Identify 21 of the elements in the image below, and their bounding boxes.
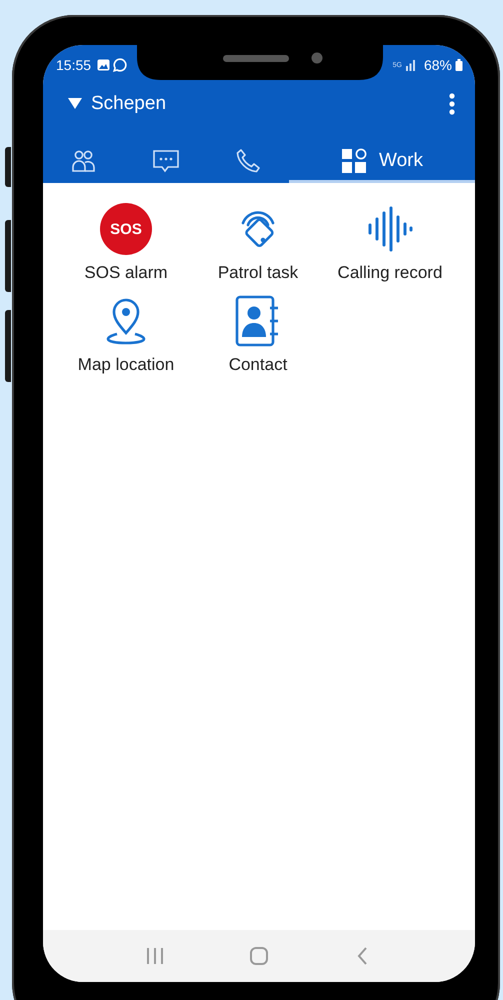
status-time: 15:55 (56, 57, 92, 73)
triangle-icon (68, 98, 82, 110)
image-icon (97, 59, 110, 71)
people-icon (71, 148, 97, 174)
app-shortcut[interactable]: Calling record (324, 203, 456, 283)
grid-icon (341, 148, 367, 174)
signal-icon (404, 59, 417, 71)
phone-icon (235, 148, 261, 174)
app-shortcut[interactable]: Contact (192, 295, 324, 375)
app-shortcut[interactable]: Patrol task (192, 203, 324, 283)
recent-apps-icon[interactable] (145, 947, 165, 965)
home-icon[interactable] (249, 947, 269, 965)
battery-percent: 68% (424, 57, 452, 73)
battery-icon (455, 59, 463, 71)
group-dropdown[interactable]: Schepen (68, 93, 166, 115)
chat-bubble-icon (113, 58, 128, 72)
sos-badge-icon: SOS (100, 203, 152, 255)
app-shortcut[interactable]: SOS SOS alarm (60, 203, 192, 283)
chat-icon (152, 148, 180, 174)
more-menu-icon[interactable] (449, 93, 455, 115)
app-shortcut[interactable]: Map location (60, 295, 192, 375)
